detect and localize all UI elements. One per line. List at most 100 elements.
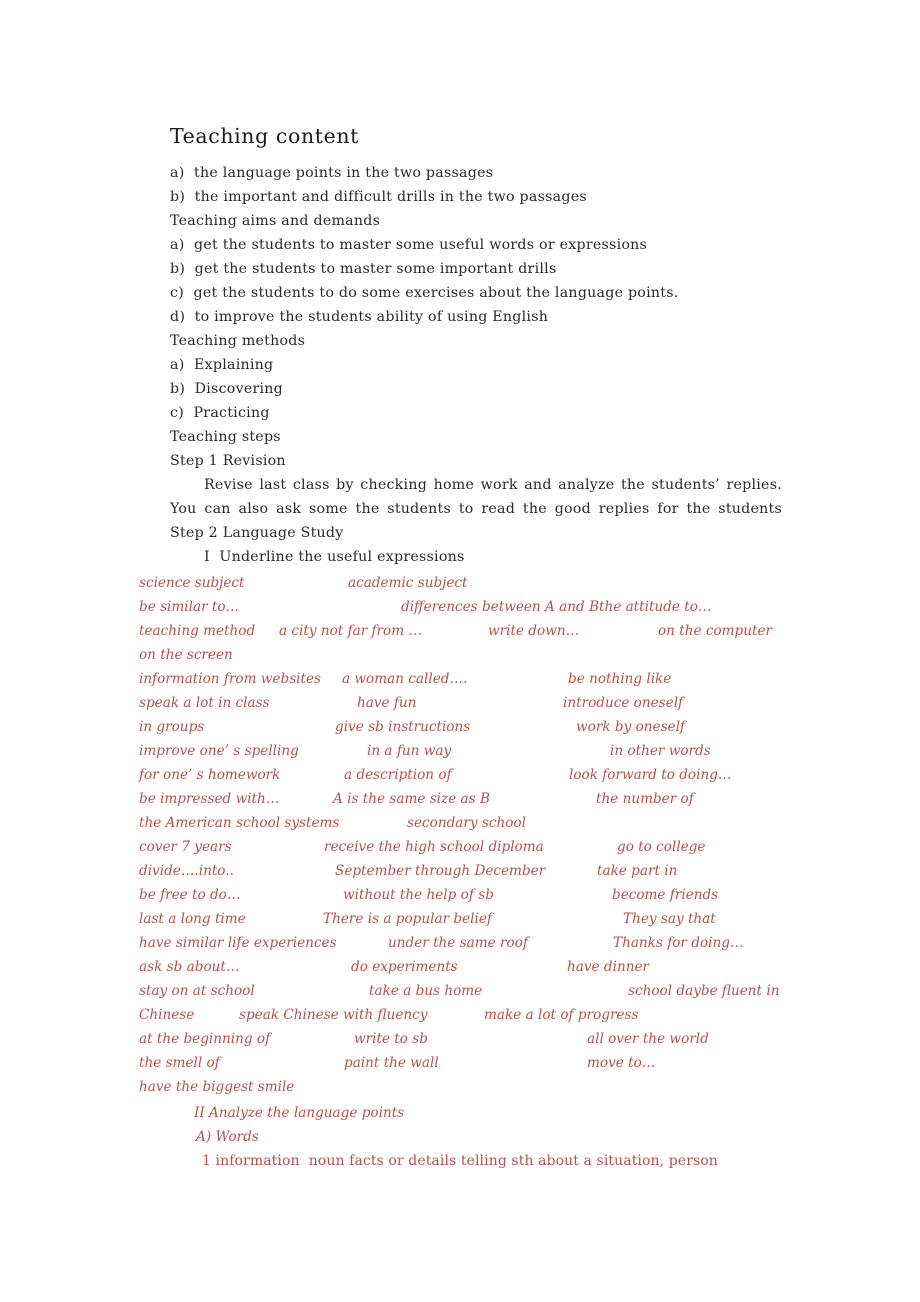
expression-item: introduce oneself — [563, 695, 684, 711]
expression-item: write down… — [488, 623, 580, 639]
expression-item: go to college — [617, 839, 706, 855]
expression-row: improve one’ s spelling in a fun way in … — [139, 739, 789, 763]
step-2-subheading: I Underline the useful expressions — [204, 549, 465, 565]
expression-row: cover 7 years receive the high school di… — [139, 835, 789, 859]
expression-row: teaching method a city not far from … wr… — [139, 619, 789, 643]
expression-item: have dinner — [567, 959, 650, 975]
expression-item: cover 7 years — [139, 839, 232, 855]
expression-row: for one’ s homework a description of loo… — [139, 763, 789, 787]
expression-row: stay on at school take a bus home school… — [139, 979, 789, 1003]
expression-row: at the beginning of write to sb all over… — [139, 1027, 789, 1051]
expression-row: the American school systems secondary sc… — [139, 811, 789, 835]
expression-item: take part in — [597, 863, 678, 879]
expression-item: become friends — [612, 887, 719, 903]
useful-expressions-list: science subject academic subject be simi… — [139, 571, 789, 1099]
word-entry-information: 1 information noun facts or details tell… — [202, 1153, 718, 1169]
expression-item: look forward to doing… — [569, 767, 732, 783]
expression-item: A is the same size as B — [333, 791, 490, 807]
expression-item: the smell of — [139, 1055, 220, 1071]
expression-row: be impressed with… A is the same size as… — [139, 787, 789, 811]
step-1-body-line-2: You can also ask some the students to re… — [170, 501, 782, 517]
expression-item: do experiments — [351, 959, 458, 975]
expression-item: speak Chinese with fluency — [239, 1007, 428, 1023]
expression-item: differences between A and Bthe attitude … — [401, 599, 712, 615]
methods-item-b: b) Discovering — [170, 381, 284, 397]
expression-item: have the biggest smile — [139, 1079, 295, 1095]
teaching-aims-heading: Teaching aims and demands — [170, 213, 381, 229]
expression-item: on the computer — [658, 623, 772, 639]
document-page: Teaching content a) the language points … — [0, 0, 920, 1302]
page-title: Teaching content — [170, 124, 359, 148]
expression-item: in a fun way — [367, 743, 452, 759]
content-item-b: b) the important and difficult drills in… — [170, 189, 587, 205]
expression-item: September through December — [335, 863, 546, 879]
expression-item: last a long time — [139, 911, 246, 927]
expression-row: information from websites a woman called… — [139, 667, 789, 691]
aims-item-d: d) to improve the students ability of us… — [170, 309, 549, 325]
step-1-heading: Step 1 Revision — [170, 453, 286, 469]
expression-item: science subject — [139, 575, 245, 591]
expression-item: have similar life experiences — [139, 935, 337, 951]
aims-item-a: a) get the students to master some usefu… — [170, 237, 648, 253]
expression-item: There is a popular belief — [323, 911, 492, 927]
expression-item: work by oneself — [576, 719, 685, 735]
expression-item: speak a lot in class — [139, 695, 270, 711]
expression-item: all over the world — [587, 1031, 709, 1047]
expression-item: academic subject — [348, 575, 468, 591]
expression-row: the smell of paint the wall move to… — [139, 1051, 789, 1075]
expression-item: without the help of sb — [343, 887, 494, 903]
expression-item: be free to do… — [139, 887, 241, 903]
expression-item: be similar to… — [139, 599, 240, 615]
expression-item: receive the high school diploma — [324, 839, 544, 855]
expression-row: on the screen — [139, 643, 789, 667]
expression-row: last a long time There is a popular beli… — [139, 907, 789, 931]
expression-row: speak a lot in class have fun introduce … — [139, 691, 789, 715]
expression-item: in groups — [139, 719, 205, 735]
methods-item-a: a) Explaining — [170, 357, 274, 373]
words-subheading: A) Words — [196, 1129, 259, 1145]
step-1-body-line-1: Revise last class by checking home work … — [204, 477, 782, 493]
expression-item: Thanks for doing… — [613, 935, 744, 951]
teaching-steps-heading: Teaching steps — [170, 429, 281, 445]
expression-item: in other words — [610, 743, 711, 759]
expression-item: a woman called…. — [342, 671, 468, 687]
content-item-a: a) the language points in the two passag… — [170, 165, 494, 181]
step-2-heading: Step 2 Language Study — [170, 525, 344, 541]
expression-row: have the biggest smile — [139, 1075, 789, 1099]
expression-row: science subject academic subject — [139, 571, 789, 595]
expression-row: ask sb about… do experiments have dinner — [139, 955, 789, 979]
expression-item: for one’ s homework — [139, 767, 281, 783]
expression-row: be similar to… differences between A and… — [139, 595, 789, 619]
expression-item: be nothing like — [568, 671, 672, 687]
expression-item: Chinese — [139, 1007, 195, 1023]
teaching-methods-heading: Teaching methods — [170, 333, 306, 349]
expression-item: a description of — [344, 767, 452, 783]
expression-item: give sb instructions — [335, 719, 471, 735]
expression-item: take a bus home — [369, 983, 483, 999]
aims-item-b: b) get the students to master some impor… — [170, 261, 557, 277]
expression-item: divide….into.. — [139, 863, 234, 879]
expression-item: school daybe fluent in — [628, 983, 780, 999]
expression-item: under the same roof — [388, 935, 528, 951]
analyze-language-points-heading: II Analyze the language points — [194, 1105, 405, 1121]
expression-item: be impressed with… — [139, 791, 280, 807]
expression-row: be free to do… without the help of sb be… — [139, 883, 789, 907]
expression-row: in groups give sb instructions work by o… — [139, 715, 789, 739]
expression-item: secondary school — [407, 815, 526, 831]
expression-item: stay on at school — [139, 983, 255, 999]
expression-item: information from websites — [139, 671, 321, 687]
expression-item: paint the wall — [344, 1055, 439, 1071]
expression-item: move to… — [587, 1055, 656, 1071]
expression-item: on the screen — [139, 647, 233, 663]
methods-item-c: c) Practicing — [170, 405, 270, 421]
expression-item: make a lot of progress — [484, 1007, 639, 1023]
expression-row: have similar life experiences under the … — [139, 931, 789, 955]
expression-item: improve one’ s spelling — [139, 743, 299, 759]
expression-item: They say that — [623, 911, 716, 927]
expression-item: the number of — [596, 791, 694, 807]
expression-row: divide….into.. September through Decembe… — [139, 859, 789, 883]
expression-item: at the beginning of — [139, 1031, 271, 1047]
expression-item: a city not far from … — [279, 623, 423, 639]
expression-item: write to sb — [354, 1031, 428, 1047]
expression-item: teaching method — [139, 623, 256, 639]
